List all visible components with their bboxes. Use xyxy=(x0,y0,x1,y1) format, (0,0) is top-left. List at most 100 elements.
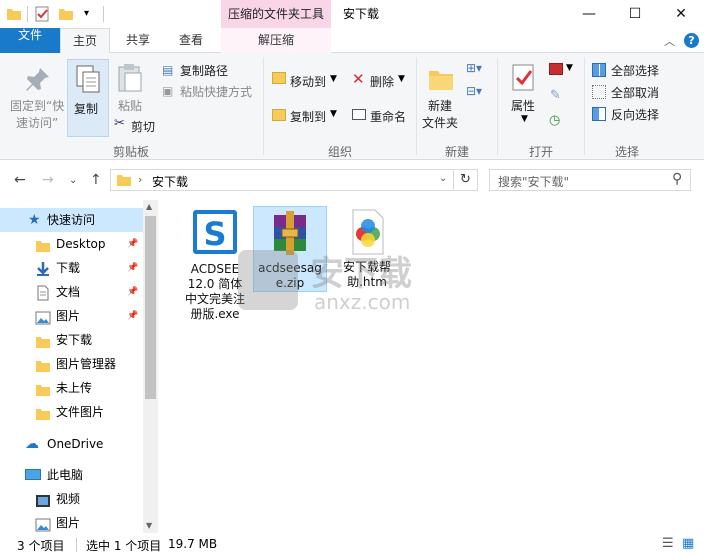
chevron-down-icon[interactable]: ⌄ xyxy=(439,173,447,184)
scroll-down-icon[interactable]: ▼ xyxy=(146,521,152,530)
group-label-organize: 组织 xyxy=(327,145,352,159)
easy-access-icon[interactable]: ⊟▾ xyxy=(466,84,482,98)
refresh-button[interactable]: ↻ xyxy=(454,169,478,191)
customize-toolbar-icon[interactable]: ▾ xyxy=(84,6,100,22)
nav-label: 图片 xyxy=(56,516,81,530)
computer-icon xyxy=(25,469,41,480)
search-input[interactable]: 搜索"安下载" ⚲ xyxy=(489,169,691,191)
breadcrumb-separator-icon: › xyxy=(138,173,143,186)
breadcrumb-current[interactable]: 安下载 xyxy=(152,173,188,190)
title-bar: ▾ 压缩的文件夹工具 安下载 — ☐ ✕ xyxy=(0,0,704,28)
invert-selection-label: 反向选择 xyxy=(611,108,660,122)
svg-text:S: S xyxy=(203,215,226,253)
nav-item[interactable]: 图片 xyxy=(0,511,143,535)
tab-share[interactable]: 共享 xyxy=(114,28,162,53)
nav-item[interactable]: 安下载 xyxy=(0,328,143,352)
watermark-text: 安下载 xyxy=(310,254,412,294)
pin-icon[interactable]: 📌 xyxy=(127,256,138,280)
copy-button[interactable]: 复制 xyxy=(67,59,109,137)
close-button[interactable]: ✕ xyxy=(658,0,704,28)
properties-check-icon[interactable] xyxy=(34,6,50,22)
scissors-icon: ✂ xyxy=(114,116,125,131)
nav-item[interactable]: 文档 📌 xyxy=(0,280,143,304)
rename-label: 重命名 xyxy=(370,110,407,124)
back-arrow-icon[interactable]: ← xyxy=(14,172,26,188)
move-to-label: 移动到 xyxy=(290,75,327,89)
nav-label: 文档 xyxy=(56,285,81,299)
new-folder-icon[interactable] xyxy=(58,6,74,22)
group-separator xyxy=(584,57,585,155)
nav-label: 快速访问 xyxy=(47,213,96,227)
nav-item[interactable]: 图片管理器 xyxy=(0,352,143,376)
history-icon[interactable]: ◷ xyxy=(549,113,560,128)
nav-quick-access[interactable]: ★ 快速访问 xyxy=(0,208,143,232)
nav-item[interactable]: 未上传 xyxy=(0,376,143,400)
pin-icon[interactable]: 📌 xyxy=(127,232,138,256)
select-none-label: 全部取消 xyxy=(611,86,660,100)
acdsee-exe-icon: S xyxy=(191,208,239,256)
chevron-down-icon: ▼ xyxy=(398,74,405,84)
rename-icon xyxy=(352,109,366,120)
group-separator xyxy=(263,57,264,155)
search-icon: ⚲ xyxy=(672,171,683,187)
chevron-up-icon[interactable]: ︿ xyxy=(664,33,675,49)
nav-item[interactable]: 文件图片 xyxy=(0,400,143,424)
nav-scrollbar[interactable]: ▲ ▼ xyxy=(143,200,158,533)
watermark: 安下载 anxz.com xyxy=(238,242,468,318)
pin-label-line1: 固定到“快 xyxy=(10,99,65,113)
maximize-button[interactable]: ☐ xyxy=(612,0,658,28)
help-icon[interactable]: ? xyxy=(684,33,699,48)
status-item-count: 3 个项目 xyxy=(17,539,65,553)
pin-icon xyxy=(24,65,52,96)
nav-label: 图片 xyxy=(56,309,81,323)
details-view-icon[interactable]: ☰ xyxy=(662,536,674,551)
recent-locations-chevron-icon[interactable]: ⌄ xyxy=(69,175,77,186)
up-arrow-icon[interactable]: ↑ xyxy=(90,172,102,188)
pin-icon[interactable]: 📌 xyxy=(127,304,138,328)
tab-home[interactable]: 主页 xyxy=(60,28,110,54)
copy-icon xyxy=(73,64,103,99)
cut-label: 剪切 xyxy=(131,120,156,134)
group-separator xyxy=(497,57,498,155)
group-label-new: 新建 xyxy=(444,145,469,159)
properties-check-icon xyxy=(511,63,537,96)
nav-label: 未上传 xyxy=(56,381,93,395)
scroll-up-icon[interactable]: ▲ xyxy=(146,202,152,211)
tab-decompress[interactable]: 解压缩 xyxy=(221,28,331,53)
tab-file[interactable]: 文件 xyxy=(0,28,60,53)
scroll-thumb[interactable] xyxy=(145,216,156,399)
window-title: 安下载 xyxy=(343,7,380,21)
nav-this-pc[interactable]: 此电脑 xyxy=(0,463,143,487)
paste-label: 粘贴 xyxy=(118,99,143,113)
group-label-open: 打开 xyxy=(528,145,553,159)
nav-item[interactable]: Desktop 📌 xyxy=(0,232,143,256)
chevron-down-icon: ▼ xyxy=(521,114,528,124)
address-bar[interactable]: › 安下载 ⌄ xyxy=(110,169,454,191)
ribbon-home: 固定到“快 速访问” 复制 粘贴 ▤ 复制路径 ▣ 粘贴快捷方式 ✂ 剪切 剪贴… xyxy=(0,53,704,160)
watermark-logo-icon xyxy=(238,250,298,310)
forward-arrow-icon[interactable]: → xyxy=(42,172,54,188)
chevron-down-icon[interactable]: ▼ xyxy=(566,63,573,73)
cloud-icon: ☁ xyxy=(25,436,39,452)
edit-icon[interactable]: ✎ xyxy=(550,88,561,103)
group-label-clipboard: 剪贴板 xyxy=(112,145,149,159)
tab-view[interactable]: 查看 xyxy=(166,28,216,53)
copy-label: 复制 xyxy=(74,102,99,116)
nav-label: 下载 xyxy=(56,261,81,275)
chevron-down-icon: ▼ xyxy=(330,74,337,84)
chevron-down-icon: ▼ xyxy=(330,109,337,119)
new-item-icon[interactable]: ⊞▾ xyxy=(466,61,482,75)
nav-item[interactable]: 视频 xyxy=(0,487,143,511)
pin-icon[interactable]: 📌 xyxy=(127,280,138,304)
minimize-button[interactable]: — xyxy=(566,0,612,28)
new-folder-label-line2: 文件夹 xyxy=(422,116,459,130)
select-none-icon xyxy=(592,85,606,99)
nav-label: 图片管理器 xyxy=(56,357,117,371)
winrar-open-icon[interactable] xyxy=(549,63,563,75)
nav-onedrive[interactable]: ☁ OneDrive xyxy=(0,432,143,456)
select-all-icon xyxy=(592,63,606,77)
copy-path-icon: ▤ xyxy=(162,63,174,77)
large-icons-view-icon[interactable]: ▦ xyxy=(682,536,694,551)
nav-item[interactable]: 下载 📌 xyxy=(0,256,143,280)
nav-item[interactable]: 图片 📌 xyxy=(0,304,143,328)
